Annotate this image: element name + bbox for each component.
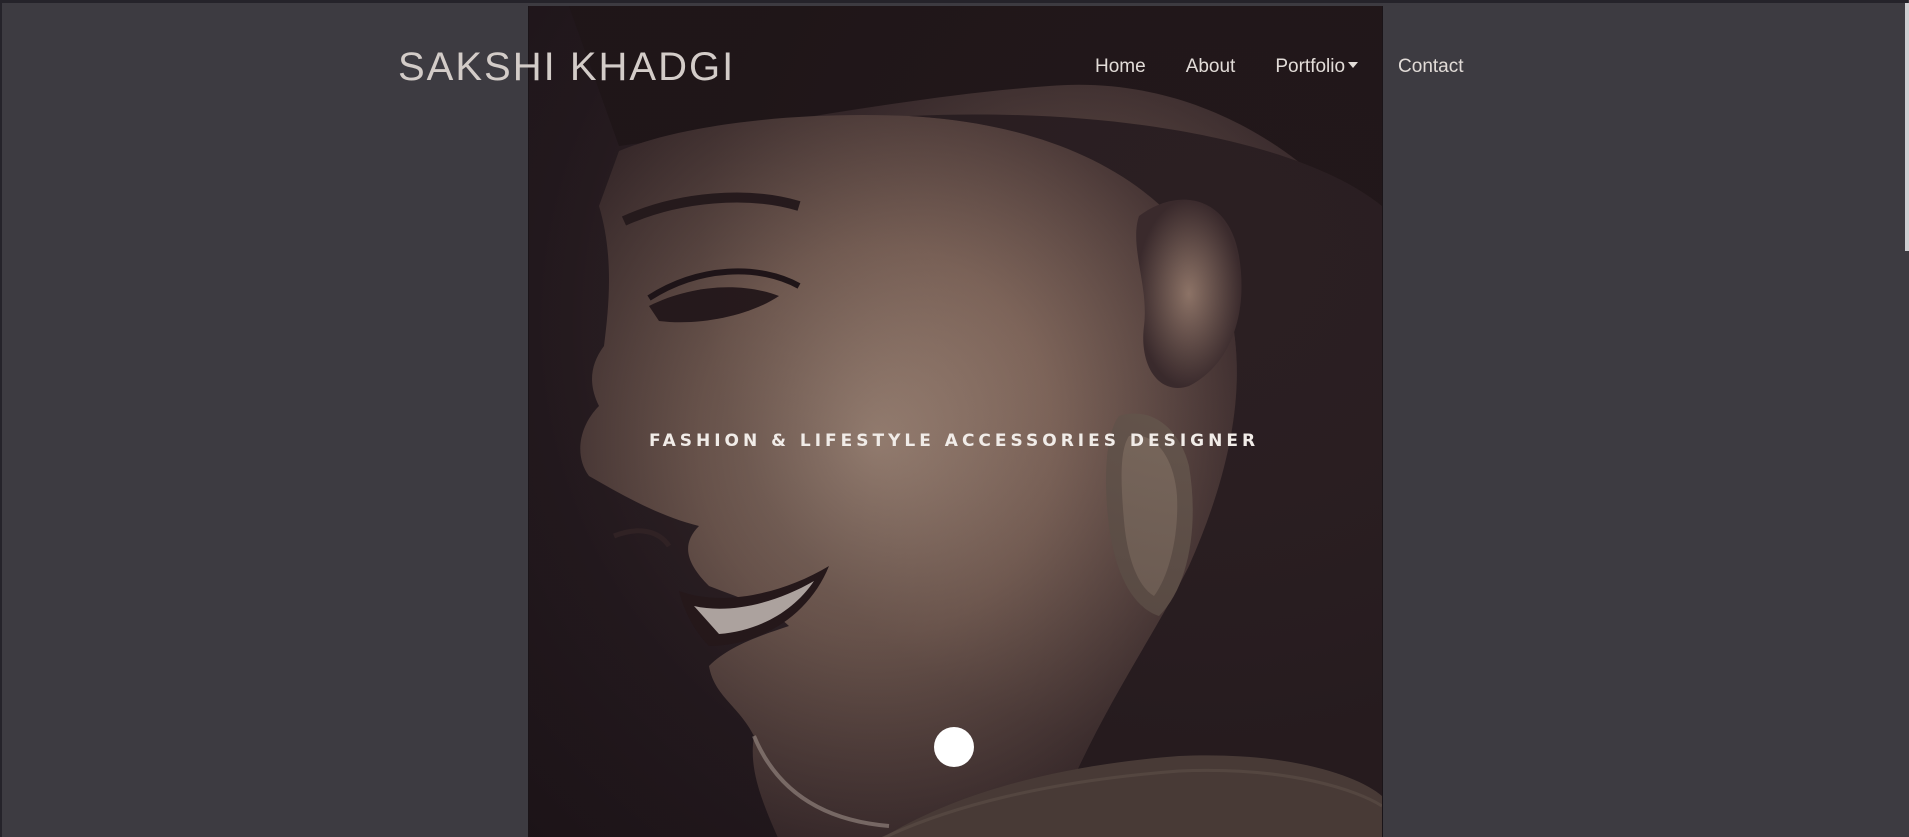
nav-portfolio-dropdown[interactable]: Portfolio [1275,56,1359,78]
portrait-illustration [529,6,1382,837]
hero-photo [528,6,1383,837]
main-nav: Home About Portfolio Contact [1095,56,1504,78]
hero-tagline-row: FASHION & LIFESTYLE ACCESSORIES DESIGNER [640,431,1268,451]
scrollbar-thumb[interactable] [1905,3,1909,251]
site-brand-logo[interactable]: SAKSHI KHADGI [398,45,735,90]
nav-portfolio-label: Portfolio [1275,56,1346,77]
nav-home-link[interactable]: Home [1095,56,1146,78]
nav-contact-link[interactable]: Contact [1398,56,1463,78]
caret-down-icon [1348,62,1359,68]
hero-tagline: FASHION & LIFESTYLE ACCESSORIES DESIGNER [648,431,1260,451]
scroll-dot-icon[interactable] [934,727,974,767]
nav-about-link[interactable]: About [1186,56,1236,78]
page-viewport: SAKSHI KHADGI Home About Portfolio Conta… [0,0,1909,837]
